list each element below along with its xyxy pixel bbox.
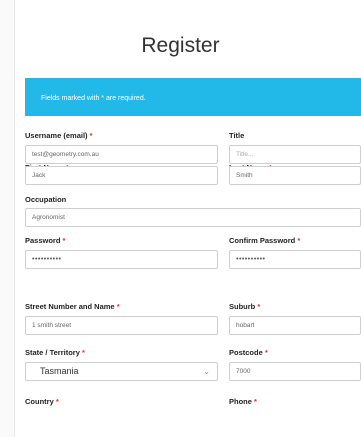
occupation-field[interactable]: Agronomist (25, 208, 361, 227)
street-label: Street Number and Name * (25, 302, 120, 311)
title-label: Title (229, 131, 245, 140)
required-marker: * (89, 131, 93, 140)
postcode-field[interactable]: 7000 (229, 362, 361, 381)
password-label: Password * (25, 236, 66, 245)
required-marker: * (297, 236, 301, 245)
required-marker: * (62, 236, 66, 245)
required-marker: * (55, 397, 59, 406)
first-name-field[interactable]: Jack (25, 166, 218, 185)
confirm-password-field[interactable]: •••••••••• (229, 250, 361, 269)
chevron-down-icon: ⌄ (203, 367, 210, 376)
state-select[interactable]: Tasmania ⌄ (25, 362, 218, 381)
country-label: Country * (25, 397, 59, 406)
title-field[interactable]: Title... (229, 145, 361, 164)
state-select-value: Tasmania (40, 366, 79, 376)
required-fields-notice: Fields marked with * are required. (25, 78, 361, 116)
phone-label: Phone * (229, 397, 257, 406)
postcode-label: Postcode * (229, 348, 268, 357)
required-marker: * (81, 348, 85, 357)
occupation-label: Occupation (25, 195, 67, 204)
password-field[interactable]: •••••••••• (25, 250, 218, 269)
suburb-label: Suburb * (229, 302, 261, 311)
username-field[interactable]: test@geometry.com.au (25, 145, 218, 164)
page-title: Register (141, 34, 220, 57)
state-label: State / Territory * (25, 348, 85, 357)
required-marker: * (116, 302, 120, 311)
required-marker: * (257, 302, 261, 311)
suburb-field[interactable]: hobart (229, 316, 361, 335)
last-name-field[interactable]: Smith (229, 166, 361, 185)
required-marker: * (254, 397, 257, 406)
required-marker: * (264, 348, 268, 357)
street-field[interactable]: 1 smith street (25, 316, 218, 335)
page-edge (0, 0, 15, 437)
confirm-password-label: Confirm Password * (229, 236, 301, 245)
username-label: Username (email) * (25, 131, 93, 140)
